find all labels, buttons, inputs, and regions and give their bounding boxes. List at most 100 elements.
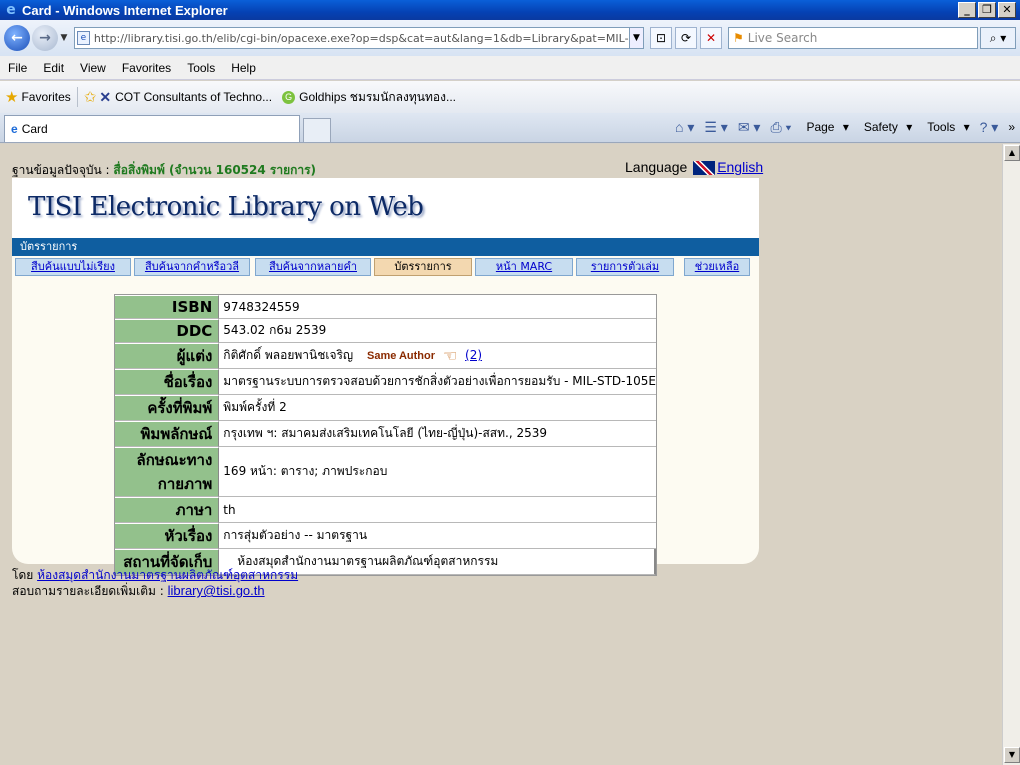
page-menu[interactable]: Page ▾ bbox=[796, 120, 853, 134]
search-box[interactable]: ⚑ Live Search bbox=[728, 27, 978, 49]
tab-card[interactable]: e Card bbox=[4, 115, 300, 142]
table-row: ภาษา th bbox=[115, 497, 656, 523]
table-row: DDC 543.02 ก6ม 2539 bbox=[115, 319, 656, 343]
tab-card-label: Card bbox=[21, 122, 48, 136]
footer-contact-label: สอบถามรายละเอียดเพิ่มเติม : bbox=[12, 584, 168, 598]
site-header: TISI Electronic Library on Web bbox=[12, 178, 759, 238]
table-row: หัวเรื่อง การสุ่มตัวอย่าง -- มาตรฐาน bbox=[115, 523, 656, 549]
menu-tools[interactable]: Tools bbox=[179, 61, 223, 75]
search-input[interactable]: Live Search bbox=[748, 31, 818, 45]
recent-pages-dropdown[interactable]: ▼ bbox=[58, 33, 70, 43]
back-button[interactable]: ← bbox=[4, 25, 30, 51]
same-author-label: Same Author bbox=[366, 350, 436, 362]
window-title: Card - Windows Internet Explorer bbox=[22, 2, 228, 18]
table-row: พิมพลักษณ์ กรุงเทพ ฯ: สมาคมส่งเสริมเทคโน… bbox=[115, 421, 656, 447]
address-url[interactable]: http://library.tisi.go.th/elib/cgi-bin/o… bbox=[94, 32, 629, 45]
search-button[interactable]: ⌕ ▾ bbox=[980, 27, 1016, 49]
subject-value: การสุ่มตัวอย่าง -- มาตรฐาน bbox=[219, 523, 656, 549]
refresh-icon[interactable]: ⟳ bbox=[675, 27, 697, 49]
same-author-link[interactable]: (2) bbox=[465, 348, 482, 362]
mail-icon[interactable]: ✉ ▾ bbox=[733, 119, 766, 136]
title-label: ชื่อเรื่อง bbox=[115, 369, 220, 395]
ie-logo-icon: e bbox=[6, 2, 16, 18]
favorite-item-cot-label: COT Consultants of Techno... bbox=[115, 90, 273, 104]
menu-help[interactable]: Help bbox=[223, 61, 264, 75]
tab-marc[interactable]: หน้า MARC bbox=[475, 258, 573, 276]
page-icon: e bbox=[77, 31, 90, 45]
language-switch: Language English bbox=[625, 159, 763, 176]
favorites-bar: ★ Favorites ✩ ✕ COT Consultants of Techn… bbox=[0, 81, 1020, 113]
favorite-item-cot[interactable]: ✕ COT Consultants of Techno... bbox=[99, 89, 272, 106]
language-label: Language bbox=[625, 159, 688, 175]
scroll-down-icon[interactable]: ▼ bbox=[1004, 747, 1020, 763]
ddc-label: DDC bbox=[115, 319, 220, 343]
menu-favorites[interactable]: Favorites bbox=[114, 61, 179, 75]
command-bar: ⌂ ▾ ☰ ▾ ✉ ▾ ⎙ ▾ Page ▾ Safety ▾ Tools ▾ … bbox=[670, 112, 1020, 142]
email-link[interactable]: library@tisi.go.th bbox=[168, 583, 265, 598]
favorite-item-goldhips-label: Goldhips ชมรมนักลงทุนทอง... bbox=[299, 89, 456, 104]
english-link[interactable]: English bbox=[717, 159, 763, 175]
compatibility-view-icon[interactable]: ⊡ bbox=[650, 27, 672, 49]
table-row: ครั้งที่พิมพ์ พิมพ์ครั้งที่ 2 bbox=[115, 395, 656, 421]
chevron-more-icon[interactable]: » bbox=[1003, 120, 1020, 134]
library-link[interactable]: ห้องสมุดสำนักงานมาตรฐานผลิตภัณฑ์อุตสาหกร… bbox=[37, 568, 298, 582]
help-icon[interactable]: ? ▾ bbox=[975, 119, 1004, 136]
favorites-button[interactable]: Favorites bbox=[21, 90, 70, 104]
tab-browse[interactable]: สืบค้นแบบไม่เรียง bbox=[15, 258, 131, 276]
publisher-label: พิมพลักษณ์ bbox=[115, 421, 220, 447]
menu-view[interactable]: View bbox=[72, 61, 114, 75]
language-field-label: ภาษา bbox=[115, 497, 220, 523]
goldhips-icon: G bbox=[282, 90, 296, 104]
tab-bar: e Card ⌂ ▾ ☰ ▾ ✉ ▾ ⎙ ▾ Page ▾ Safety ▾ T… bbox=[0, 113, 1020, 143]
table-row: ISBN 9748324559 bbox=[115, 295, 656, 319]
author-label: ผู้แต่ง bbox=[115, 343, 220, 369]
scroll-up-icon[interactable]: ▲ bbox=[1004, 145, 1020, 161]
minimize-button[interactable]: _ bbox=[958, 2, 976, 18]
add-favorite-icon[interactable]: ✩ bbox=[84, 88, 97, 106]
edition-value: พิมพ์ครั้งที่ 2 bbox=[219, 395, 656, 421]
title-value: มาตรฐานระบบการตรวจสอบด้วยการชักสิ่งตัวอย… bbox=[219, 369, 656, 395]
address-toolbar: ← → ▼ e http://library.tisi.go.th/elib/c… bbox=[0, 20, 1020, 56]
author-value: กิติศักดิ์ พลอยพานิชเจริญ bbox=[223, 348, 354, 362]
address-dropdown[interactable]: ▼ bbox=[630, 27, 644, 49]
menu-edit[interactable]: Edit bbox=[35, 61, 72, 75]
table-row: ผู้แต่ง กิติศักดิ์ พลอยพานิชเจริญ Same A… bbox=[115, 343, 656, 369]
pointing-hand-icon: ☜ bbox=[442, 346, 458, 365]
menu-bar: File Edit View Favorites Tools Help bbox=[0, 56, 1020, 80]
section-title: บัตรรายการ bbox=[12, 238, 759, 256]
page-content: ฐานข้อมูลปัจจุบัน : สื่อสิ่งพิมพ์ (จำนวน… bbox=[0, 144, 1002, 765]
menu-file[interactable]: File bbox=[0, 61, 35, 75]
table-row: ชื่อเรื่อง มาตรฐานระบบการตรวจสอบด้วยการช… bbox=[115, 369, 656, 395]
tab-keyword-search[interactable]: สืบค้นจากคำหรือวลี bbox=[134, 258, 250, 276]
footer-by-label: โดย bbox=[12, 568, 38, 582]
restore-button[interactable]: ❐ bbox=[978, 2, 996, 18]
isbn-label: ISBN bbox=[115, 295, 220, 319]
author-cell: กิติศักดิ์ พลอยพานิชเจริญ Same Author ☜ … bbox=[219, 343, 656, 369]
close-button[interactable]: ✕ bbox=[998, 2, 1016, 18]
new-tab-button[interactable] bbox=[303, 118, 331, 142]
tools-menu[interactable]: Tools ▾ bbox=[917, 120, 974, 134]
address-bar[interactable]: e http://library.tisi.go.th/elib/cgi-bin… bbox=[74, 27, 630, 49]
tab-items[interactable]: รายการตัวเล่ม bbox=[576, 258, 674, 276]
favorites-star-icon: ★ bbox=[5, 89, 19, 106]
db-value: สื่อสิ่งพิมพ์ (จำนวน 160524 รายการ) bbox=[113, 163, 317, 177]
table-row: ลักษณะทางกายภาพ 169 หน้า: ตาราง; ภาพประก… bbox=[115, 447, 656, 497]
edition-label: ครั้งที่พิมพ์ bbox=[115, 395, 220, 421]
forward-button[interactable]: → bbox=[32, 25, 58, 51]
isbn-value: 9748324559 bbox=[219, 295, 656, 319]
feeds-icon[interactable]: ☰ ▾ bbox=[699, 119, 732, 136]
stop-icon[interactable]: ✕ bbox=[700, 27, 722, 49]
tab-card-record[interactable]: บัตรรายการ bbox=[374, 258, 472, 276]
footer-contact: สอบถามรายละเอียดเพิ่มเติม : library@tisi… bbox=[12, 582, 265, 601]
publisher-value: กรุงเทพ ฯ: สมาคมส่งเสริมเทคโนโลยี (ไทย-ญ… bbox=[219, 421, 656, 447]
record-table: ISBN 9748324559 DDC 543.02 ก6ม 2539 ผู้แ… bbox=[114, 294, 657, 576]
tab-multi-word-search[interactable]: สืบค้นจากหลายคำ bbox=[255, 258, 371, 276]
safety-menu[interactable]: Safety ▾ bbox=[854, 120, 917, 134]
nav-tabs: สืบค้นแบบไม่เรียง สืบค้นจากคำหรือวลี สืบ… bbox=[12, 256, 759, 278]
tab-help[interactable]: ช่วยเหลือ bbox=[684, 258, 750, 276]
print-icon[interactable]: ⎙ ▾ bbox=[765, 119, 796, 136]
vertical-scrollbar[interactable]: ▲ ▼ bbox=[1002, 144, 1020, 765]
home-icon[interactable]: ⌂ ▾ bbox=[670, 119, 699, 136]
favorite-item-goldhips[interactable]: G Goldhips ชมรมนักลงทุนทอง... bbox=[282, 88, 456, 107]
language-value: th bbox=[219, 497, 656, 523]
